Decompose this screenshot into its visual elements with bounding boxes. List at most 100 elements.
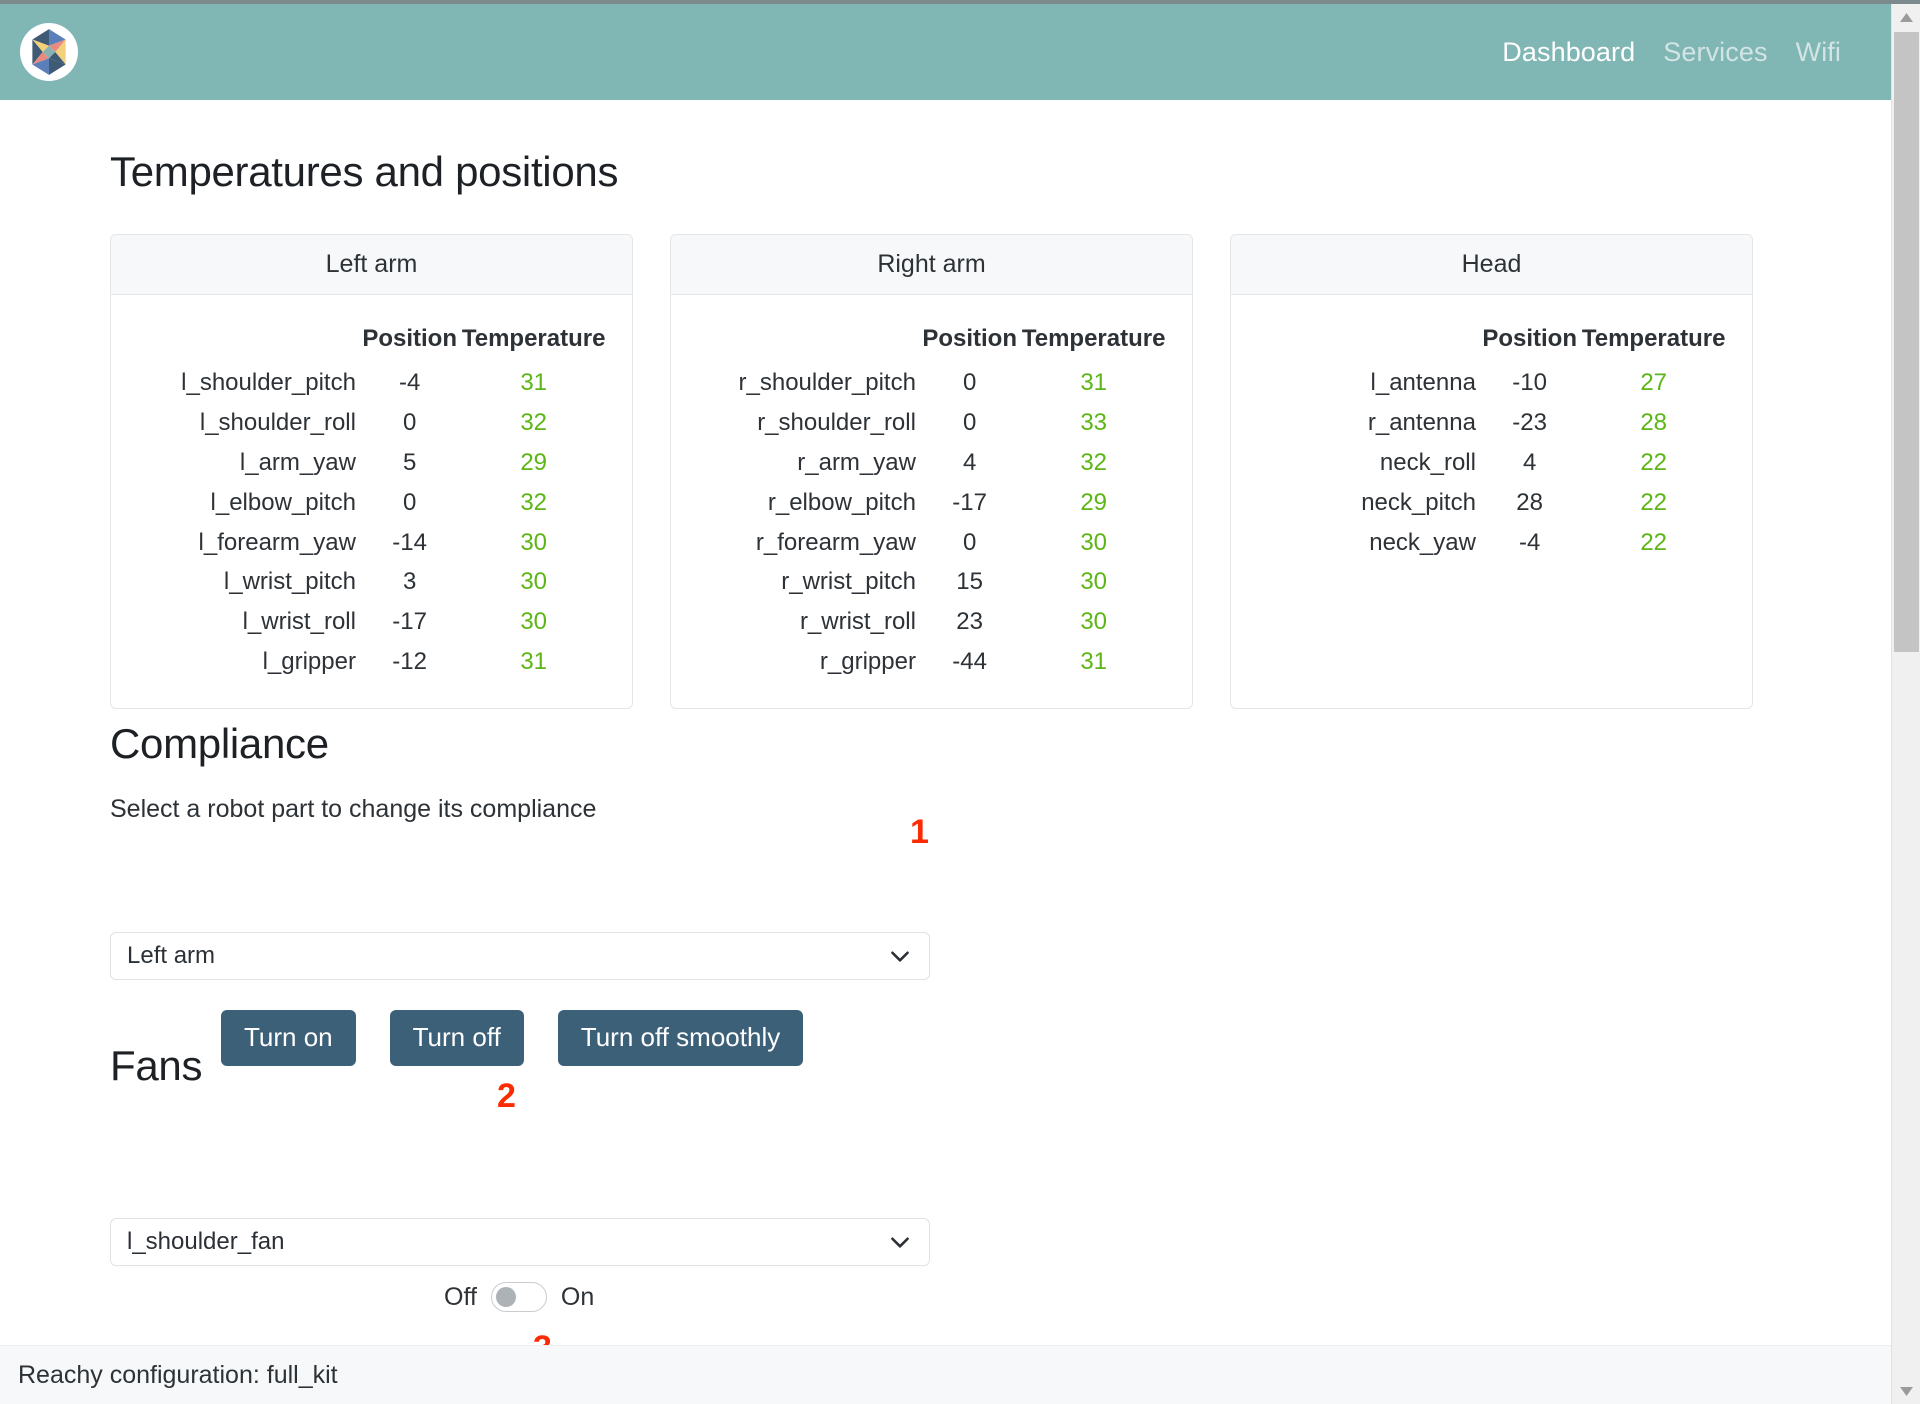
compliance-part-select[interactable]: Left arm — [110, 932, 930, 980]
table-row: r_shoulder_pitch 0 31 — [693, 363, 1170, 403]
fan-select[interactable]: l_shoulder_fan — [110, 1218, 930, 1266]
card-right-arm: Right arm Position Temperature r_shoulde… — [670, 234, 1193, 710]
card-title-left-arm: Left arm — [111, 235, 632, 295]
joint-temperature: 32 — [520, 488, 548, 516]
joint-temperature: 30 — [520, 608, 548, 636]
joint-name: l_shoulder_roll — [199, 408, 356, 436]
joint-position: 0 — [402, 408, 417, 436]
joint-position: 0 — [402, 488, 417, 516]
joint-name: l_arm_yaw — [239, 448, 356, 476]
joint-temperature: 31 — [1080, 368, 1108, 396]
nav-link-dashboard[interactable]: Dashboard — [1502, 38, 1635, 66]
card-body-head: Position Temperature l_antenna -10 27 r_ant… — [1231, 295, 1752, 588]
joint-temperature: 30 — [520, 568, 548, 596]
joint-name: r_shoulder_pitch — [738, 368, 916, 396]
table-header-joint — [693, 305, 922, 363]
table-header-temperature: Temperature — [461, 325, 606, 352]
card-body-right-arm: Position Temperature r_shoulder_pitch 0 31… — [671, 295, 1192, 708]
joint-position: -4 — [1518, 528, 1541, 556]
joint-position: -17 — [952, 488, 987, 516]
card-title-head: Head — [1231, 235, 1752, 295]
joint-temperature: 30 — [1080, 608, 1108, 636]
table-row: r_wrist_roll 23 30 — [693, 602, 1170, 642]
joint-name: r_forearm_yaw — [755, 528, 916, 556]
joint-position: 3 — [402, 568, 417, 596]
joint-temperature: 31 — [520, 648, 548, 676]
main-content: Temperatures and positions Left arm Posi… — [0, 100, 1891, 1365]
fan-toggle-row: Off On — [444, 1282, 594, 1312]
scroll-down-arrow-icon[interactable] — [1892, 1378, 1920, 1404]
table-right-arm: Position Temperature r_shoulder_pitch 0 31… — [693, 305, 1170, 682]
joint-tables-row: Left arm Position Temperature l_shoulder… — [110, 234, 1753, 710]
turn-off-button[interactable]: Turn off — [389, 1010, 524, 1066]
joint-name: r_arm_yaw — [797, 448, 916, 476]
fan-select-value: l_shoulder_fan — [127, 1228, 285, 1255]
joint-temperature: 28 — [1640, 408, 1668, 436]
fan-toggle-off-label: Off — [444, 1282, 477, 1311]
footer-status-bar: Reachy configuration: full_kit — [0, 1345, 1891, 1404]
compliance-helper-text: Select a robot part to change its compli… — [110, 795, 597, 823]
joint-position: -23 — [1512, 408, 1547, 436]
joint-position: 0 — [962, 368, 977, 396]
joint-temperature: 27 — [1640, 368, 1668, 396]
table-row: r_wrist_pitch 15 30 — [693, 562, 1170, 602]
joint-position: 4 — [962, 448, 977, 476]
joint-name: l_wrist_pitch — [223, 568, 356, 596]
scroll-up-arrow-icon[interactable] — [1892, 4, 1920, 30]
table-row: r_shoulder_roll 0 33 — [693, 403, 1170, 443]
scrollbar-thumb[interactable] — [1894, 32, 1919, 652]
navbar-links: Dashboard Services Wifi — [1502, 38, 1841, 66]
table-row: neck_pitch 28 22 — [1253, 483, 1730, 523]
table-row: l_forearm_yaw -14 30 — [133, 523, 610, 563]
table-header-row: Position Temperature — [1253, 305, 1730, 363]
turn-on-button[interactable]: Turn on — [221, 1010, 356, 1066]
nav-link-wifi[interactable]: Wifi — [1796, 38, 1841, 66]
table-row: r_arm_yaw 4 32 — [693, 443, 1170, 483]
table-row: r_antenna -23 28 — [1253, 403, 1730, 443]
table-head: Position Temperature l_antenna -10 27 r_ant… — [1253, 305, 1730, 562]
table-header-position: Position — [362, 325, 457, 352]
joint-name: neck_roll — [1379, 448, 1476, 476]
page-title-fans: Fans — [110, 1042, 203, 1089]
joint-position: 5 — [402, 448, 417, 476]
joint-name: l_gripper — [262, 648, 356, 676]
joint-name: l_elbow_pitch — [210, 488, 356, 516]
page-scrollbar[interactable] — [1891, 4, 1920, 1404]
joint-temperature: 29 — [1080, 488, 1108, 516]
joint-temperature: 31 — [520, 368, 548, 396]
table-row: neck_roll 4 22 — [1253, 443, 1730, 483]
page-title-compliance: Compliance — [110, 720, 329, 767]
table-row: l_elbow_pitch 0 32 — [133, 483, 610, 523]
table-row: r_gripper -44 31 — [693, 642, 1170, 682]
turn-off-smoothly-button[interactable]: Turn off smoothly — [557, 1010, 804, 1066]
joint-name: r_gripper — [819, 648, 916, 676]
table-row: neck_yaw -4 22 — [1253, 523, 1730, 563]
nav-link-services[interactable]: Services — [1663, 38, 1767, 66]
joint-position: 0 — [962, 408, 977, 436]
joint-position: -4 — [398, 368, 421, 396]
joint-name: r_antenna — [1367, 408, 1476, 436]
fan-toggle-on-label: On — [560, 1282, 595, 1311]
joint-temperature: 22 — [1640, 448, 1668, 476]
table-row: l_gripper -12 31 — [133, 642, 610, 682]
table-row: l_arm_yaw 5 29 — [133, 443, 610, 483]
table-row: r_elbow_pitch -17 29 — [693, 483, 1170, 523]
joint-temperature: 31 — [1080, 648, 1108, 676]
table-header-position: Position — [922, 325, 1017, 352]
joint-temperature: 22 — [1640, 488, 1668, 516]
fan-toggle-switch[interactable] — [490, 1282, 547, 1312]
joint-position: -17 — [392, 608, 427, 636]
reachy-polyhedron-logo[interactable] — [20, 23, 78, 81]
table-header-position: Position — [1482, 325, 1577, 352]
table-header-joint — [1253, 305, 1482, 363]
joint-name: r_wrist_roll — [799, 608, 916, 636]
fan-toggle-knob — [495, 1287, 516, 1307]
table-row: l_wrist_roll -17 30 — [133, 602, 610, 642]
table-header-row: Position Temperature — [693, 305, 1170, 363]
table-row: r_forearm_yaw 0 30 — [693, 523, 1170, 563]
joint-name: r_wrist_pitch — [781, 568, 916, 596]
joint-position: 0 — [962, 528, 977, 556]
table-row: l_shoulder_pitch -4 31 — [133, 363, 610, 403]
joint-temperature: 29 — [520, 448, 548, 476]
joint-temperature: 33 — [1080, 408, 1108, 436]
